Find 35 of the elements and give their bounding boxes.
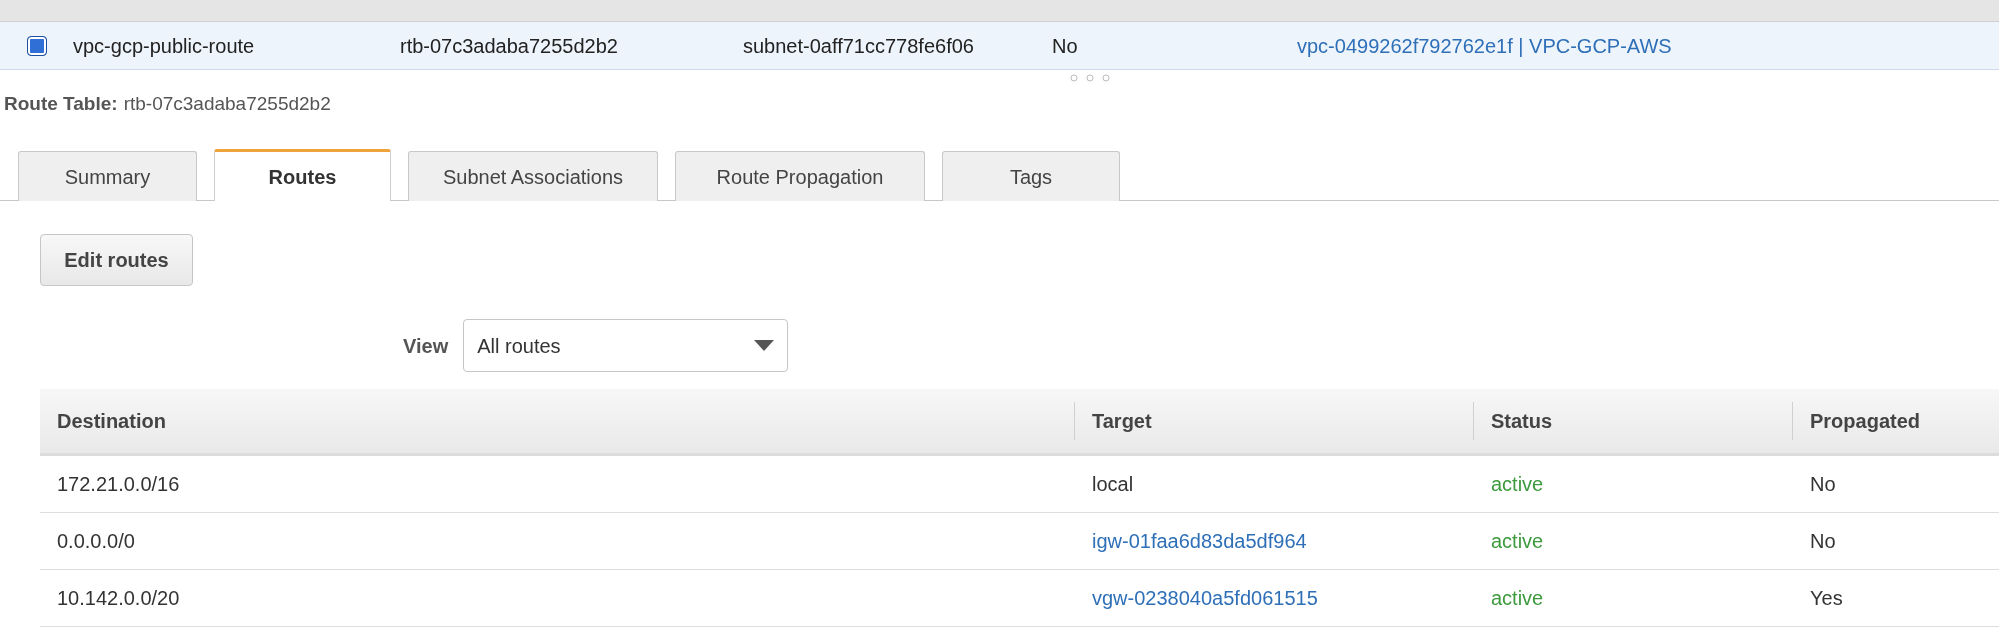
view-label: View — [403, 333, 449, 359]
target-link[interactable]: igw-01faa6d83da5df964 — [1092, 530, 1307, 552]
tab[interactable]: Summary — [18, 151, 197, 201]
table-cell: Yes — [1810, 587, 1843, 609]
status-text: active — [1491, 473, 1544, 495]
column-header: Destination — [57, 409, 166, 434]
tab[interactable]: Tags — [942, 151, 1120, 201]
column-header: Target — [1092, 409, 1152, 434]
table-row[interactable]: vpc-gcp-public-route rtb-07c3adaba7255d2b2 subnet-0aff71cc778fe6f06 No vpc-0499262f792762e1f | VPC-GCP-AWS — [0, 22, 1999, 70]
column-header: Status — [1491, 409, 1553, 434]
table-cell: 0.0.0.0/0 — [57, 530, 135, 552]
table-cell: No — [1052, 34, 1078, 57]
caret-down-icon — [754, 340, 775, 351]
detail-label: Route Table: — [4, 92, 118, 116]
table-cell: 10.142.0.0/20 — [57, 587, 180, 609]
tab[interactable]: Subnet Associations — [408, 151, 658, 201]
tab[interactable]: Route Propagation — [675, 151, 925, 201]
tab[interactable]: Routes — [214, 149, 391, 201]
table-cell: rtb-07c3adaba7255d2b2 — [400, 34, 618, 57]
vpc-link[interactable]: vpc-0499262f792762e1f | VPC-GCP-AWS — [1297, 34, 1672, 57]
view-dropdown[interactable]: All routes — [463, 319, 789, 372]
route-table-id: rtb-07c3adaba7255d2b2 — [123, 92, 331, 116]
status-text: active — [1491, 587, 1544, 609]
table-cell: No — [1810, 473, 1836, 495]
checkbox[interactable] — [26, 35, 47, 56]
column-header: Propagated — [1810, 409, 1921, 434]
edit-routes-button[interactable]: Edit routes — [40, 234, 193, 286]
status-text: active — [1491, 530, 1544, 552]
table-cell: vpc-gcp-public-route — [73, 34, 255, 57]
table-cell: subnet-0aff71cc778fe6f06 — [743, 34, 974, 57]
table-cell: local — [1092, 473, 1134, 495]
table-cell: No — [1810, 530, 1836, 552]
table-cell: 172.21.0.0/16 — [57, 473, 180, 495]
target-link[interactable]: vgw-0238040a5fd061515 — [1092, 587, 1318, 609]
resize-handle-icon[interactable] — [1067, 73, 1112, 83]
